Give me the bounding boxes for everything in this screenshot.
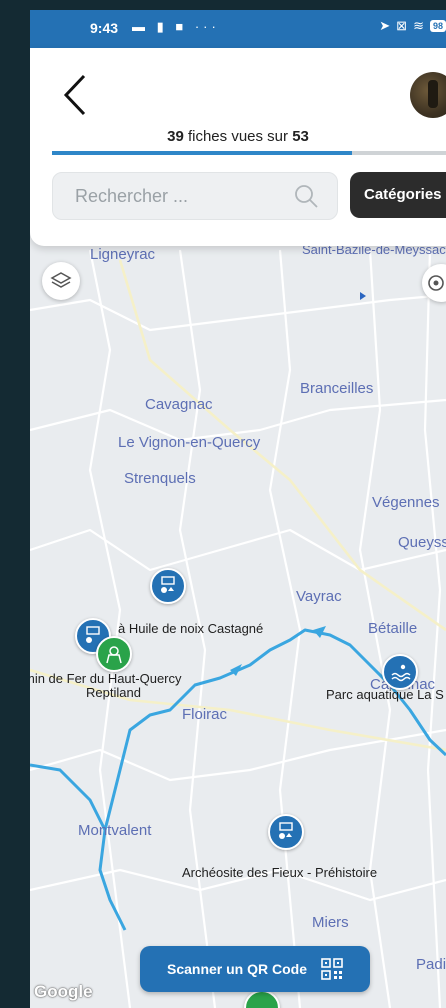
place-label: Cavagnac: [145, 396, 213, 413]
place-label: Padirac: [416, 956, 446, 973]
search-input[interactable]: Rechercher ...: [52, 172, 338, 220]
tree-icon: [279, 822, 293, 839]
back-button[interactable]: [58, 70, 98, 120]
progress-label: 39 fiches vues sur 53: [30, 128, 446, 145]
search-placeholder: Rechercher ...: [75, 186, 189, 206]
status-time: 9:43: [90, 20, 119, 36]
progress-text: fiches vues sur: [183, 128, 293, 145]
place-label: Bétaille: [368, 620, 418, 637]
poi-marker-nature[interactable]: [150, 568, 186, 604]
poi-label: Parc aquatique La S: [326, 687, 444, 702]
battery-icon: 98: [429, 20, 446, 32]
place-label: Ligneyrac: [90, 246, 156, 263]
gorilla-icon: [106, 646, 122, 664]
wifi-icon: ≋: [413, 18, 424, 33]
chevron-left-icon: [63, 74, 86, 116]
header-card: 39 fiches vues sur 53 Rechercher ... Cat…: [30, 48, 446, 246]
poi-label: min de Fer du Haut-Quercy: [30, 671, 182, 686]
avatar[interactable]: [410, 72, 446, 118]
place-label: Miers: [312, 914, 349, 931]
poi-marker-nature[interactable]: [268, 814, 304, 850]
notification-icons: ▬ ▮ ■ ···: [132, 19, 220, 34]
qr-code-icon: [321, 958, 343, 980]
search-icon: [295, 185, 318, 208]
layers-icon: [50, 272, 72, 288]
poi-marker-water[interactable]: [382, 654, 418, 690]
location-icon: ➤: [379, 18, 391, 33]
app-frame: Ligneyrac Saint-Bazile-de-Meyssac Brance…: [0, 0, 446, 1008]
place-label: Branceilles: [300, 380, 374, 397]
status-bar: 9:43 ▬ ▮ ■ ··· ➤ ⊠ ≋ 98: [30, 10, 446, 48]
google-logo: Google: [34, 982, 93, 1001]
poi-label: à Huile de noix Castagné: [118, 621, 264, 636]
poi-label: Reptiland: [86, 685, 141, 700]
scan-qr-label: Scanner un QR Code: [166, 961, 308, 977]
tree-icon: [161, 576, 175, 593]
place-label: Floirac: [182, 706, 228, 723]
locate-icon: [428, 275, 444, 291]
poi-label: Archéosite des Fieux - Préhistoire: [182, 865, 378, 880]
locate-button[interactable]: [422, 264, 446, 302]
place-label: Strenquels: [124, 470, 196, 487]
poi-marker-animal[interactable]: [96, 636, 132, 672]
status-icons: ➤ ⊠ ≋ 98: [379, 18, 446, 34]
categories-button[interactable]: Catégories: [350, 172, 446, 218]
progress-seen: 39: [167, 128, 184, 145]
progress-bar: [52, 151, 446, 155]
scan-qr-button[interactable]: Scanner un QR Code: [140, 946, 370, 992]
progress-bar-fill: [52, 151, 353, 155]
place-label: Végennes: [372, 494, 440, 511]
progress-total: 53: [292, 128, 309, 145]
layers-button[interactable]: [42, 262, 80, 300]
place-label: Queyssac: [398, 534, 446, 551]
place-label: Montvalent: [78, 822, 152, 839]
phone-screen: Ligneyrac Saint-Bazile-de-Meyssac Brance…: [30, 10, 446, 1008]
swimming-icon: [391, 664, 411, 682]
place-label: Le Vignon-en-Quercy: [118, 434, 261, 451]
signal-icon: ⊠: [396, 18, 408, 33]
place-label: Vayrac: [296, 588, 342, 605]
